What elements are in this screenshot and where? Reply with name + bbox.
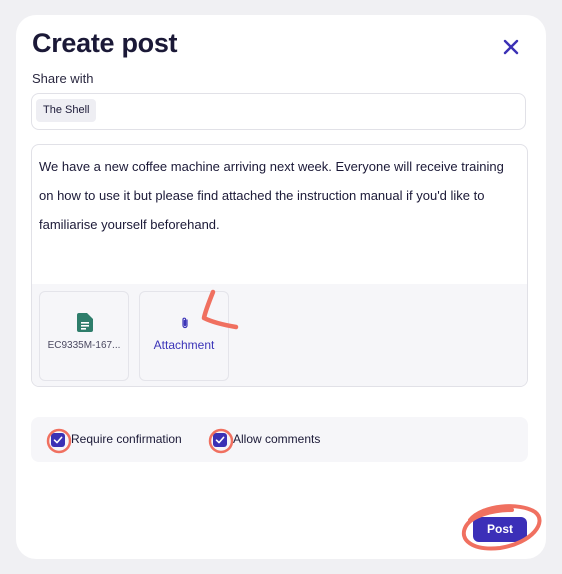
share-with-field[interactable]: The Shell <box>31 93 526 130</box>
add-attachment-button[interactable]: Attachment <box>139 291 229 381</box>
post-body-textarea[interactable]: We have a new coffee machine arriving ne… <box>39 152 519 239</box>
attached-file-name: EC9335M-167... <box>47 340 121 351</box>
post-options: Require confirmation Allow comments <box>31 417 528 462</box>
attachments-area: EC9335M-167... Attachment <box>32 284 527 386</box>
close-button[interactable] <box>499 35 523 59</box>
post-button[interactable]: Post <box>473 517 527 542</box>
paperclip-icon <box>182 317 188 329</box>
dialog-title: Create post <box>32 28 178 58</box>
require-confirmation-label: Require confirmation <box>71 432 182 446</box>
share-with-label: Share with <box>32 71 94 86</box>
attachment-label: Attachment <box>153 338 215 352</box>
attached-file-tile[interactable]: EC9335M-167... <box>39 291 129 381</box>
check-icon <box>215 436 225 444</box>
audience-chip[interactable]: The Shell <box>36 99 97 122</box>
allow-comments-checkbox[interactable] <box>213 433 227 447</box>
create-post-dialog: Create post Share with The Shell We have… <box>16 15 546 559</box>
close-icon <box>503 39 519 55</box>
allow-comments-label: Allow comments <box>233 432 321 446</box>
check-icon <box>53 436 63 444</box>
require-confirmation-checkbox[interactable] <box>51 433 65 447</box>
post-composer: We have a new coffee machine arriving ne… <box>31 144 528 387</box>
document-icon <box>77 313 93 332</box>
